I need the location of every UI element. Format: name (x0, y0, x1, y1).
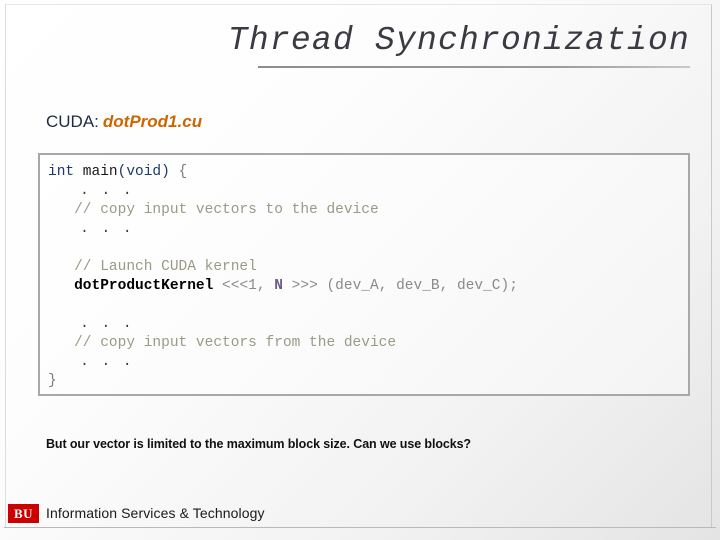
footer-department-label: Information Services & Technology (46, 505, 265, 521)
code-launch-config-close: >>> (282, 278, 327, 294)
code-kernel-name: dotProductKernel (74, 278, 214, 294)
title-block: Thread Synchronization (40, 22, 690, 68)
code-blank-line-2 (48, 296, 688, 315)
code-open-brace: { (169, 164, 188, 180)
footer-divider (4, 527, 716, 528)
title-underline (258, 65, 690, 68)
subtitle: CUDA: dotProd1.cu (46, 112, 202, 132)
code-comment-copy-from-device: // copy input vectors from the device (48, 335, 397, 351)
code-listing: int main(void) { . . . // copy input vec… (48, 163, 688, 391)
code-variable-n: N (274, 278, 283, 294)
code-comment-launch-kernel: // Launch CUDA kernel (48, 259, 257, 275)
code-ellipsis-3: . . . (48, 316, 134, 332)
code-ellipsis-1: . . . (48, 183, 134, 199)
bu-logo: BU (8, 504, 39, 523)
subtitle-filename: dotProd1.cu (102, 112, 203, 131)
slide: Thread Synchronization CUDA: dotProd1.cu … (0, 0, 720, 540)
code-block: int main(void) { . . . // copy input vec… (38, 153, 690, 396)
code-ellipsis-4: . . . (48, 354, 134, 370)
code-blank-line-1 (48, 239, 688, 258)
code-close-brace: } (48, 373, 57, 389)
code-launch-config-open: <<<1, (213, 278, 275, 294)
footer: BU Information Services & Technology (0, 494, 720, 540)
page-title: Thread Synchronization (227, 22, 690, 59)
code-keyword-int: int (48, 164, 75, 180)
code-ellipsis-2: . . . (48, 221, 134, 237)
code-fn-main: main (74, 164, 118, 180)
code-args-void: (void) (117, 164, 170, 180)
code-kernel-args: (dev_A, dev_B, dev_C); (326, 278, 518, 294)
subtitle-label: CUDA: (46, 112, 99, 131)
slide-note: But our vector is limited to the maximum… (46, 437, 471, 451)
code-comment-copy-to-device: // copy input vectors to the device (48, 202, 379, 218)
